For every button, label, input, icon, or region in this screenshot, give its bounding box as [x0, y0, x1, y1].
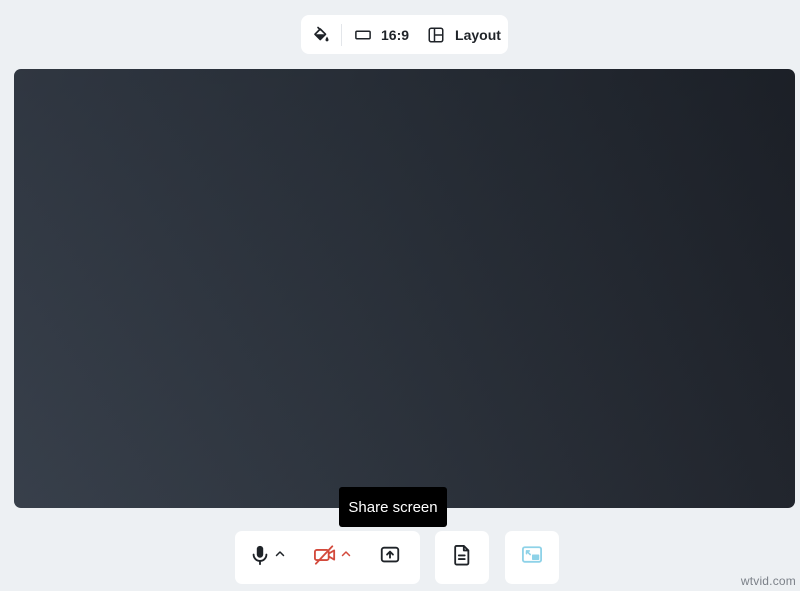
layout-button[interactable]: Layout	[409, 15, 501, 54]
chevron-up-icon[interactable]	[275, 546, 285, 564]
paint-bucket-icon	[312, 26, 330, 44]
screen-share-icon	[379, 544, 401, 571]
share-screen-button[interactable]	[379, 531, 401, 584]
layout-label: Layout	[455, 26, 501, 43]
top-toolbar: 16:9 Layout	[301, 15, 508, 54]
camera-button[interactable]	[313, 531, 351, 584]
aspect-ratio-label: 16:9	[381, 26, 410, 43]
document-icon	[452, 544, 472, 571]
notes-button[interactable]	[435, 531, 489, 584]
picture-in-picture-button[interactable]	[505, 531, 559, 584]
camera-off-icon	[313, 544, 337, 571]
aspect-ratio-button[interactable]: 16:9	[342, 15, 409, 54]
layout-icon	[427, 26, 445, 44]
microphone-button[interactable]	[249, 531, 285, 584]
video-stage	[14, 69, 795, 508]
chevron-up-icon[interactable]	[341, 546, 351, 564]
microphone-icon	[249, 544, 271, 571]
picture-in-picture-icon	[521, 545, 543, 570]
rectangle-icon	[354, 26, 372, 44]
share-screen-tooltip: Share screen	[339, 487, 447, 527]
stage-shade	[14, 69, 795, 508]
media-controls	[235, 531, 420, 584]
watermark: wtvid.com	[740, 574, 796, 588]
fill-button[interactable]	[301, 15, 341, 54]
